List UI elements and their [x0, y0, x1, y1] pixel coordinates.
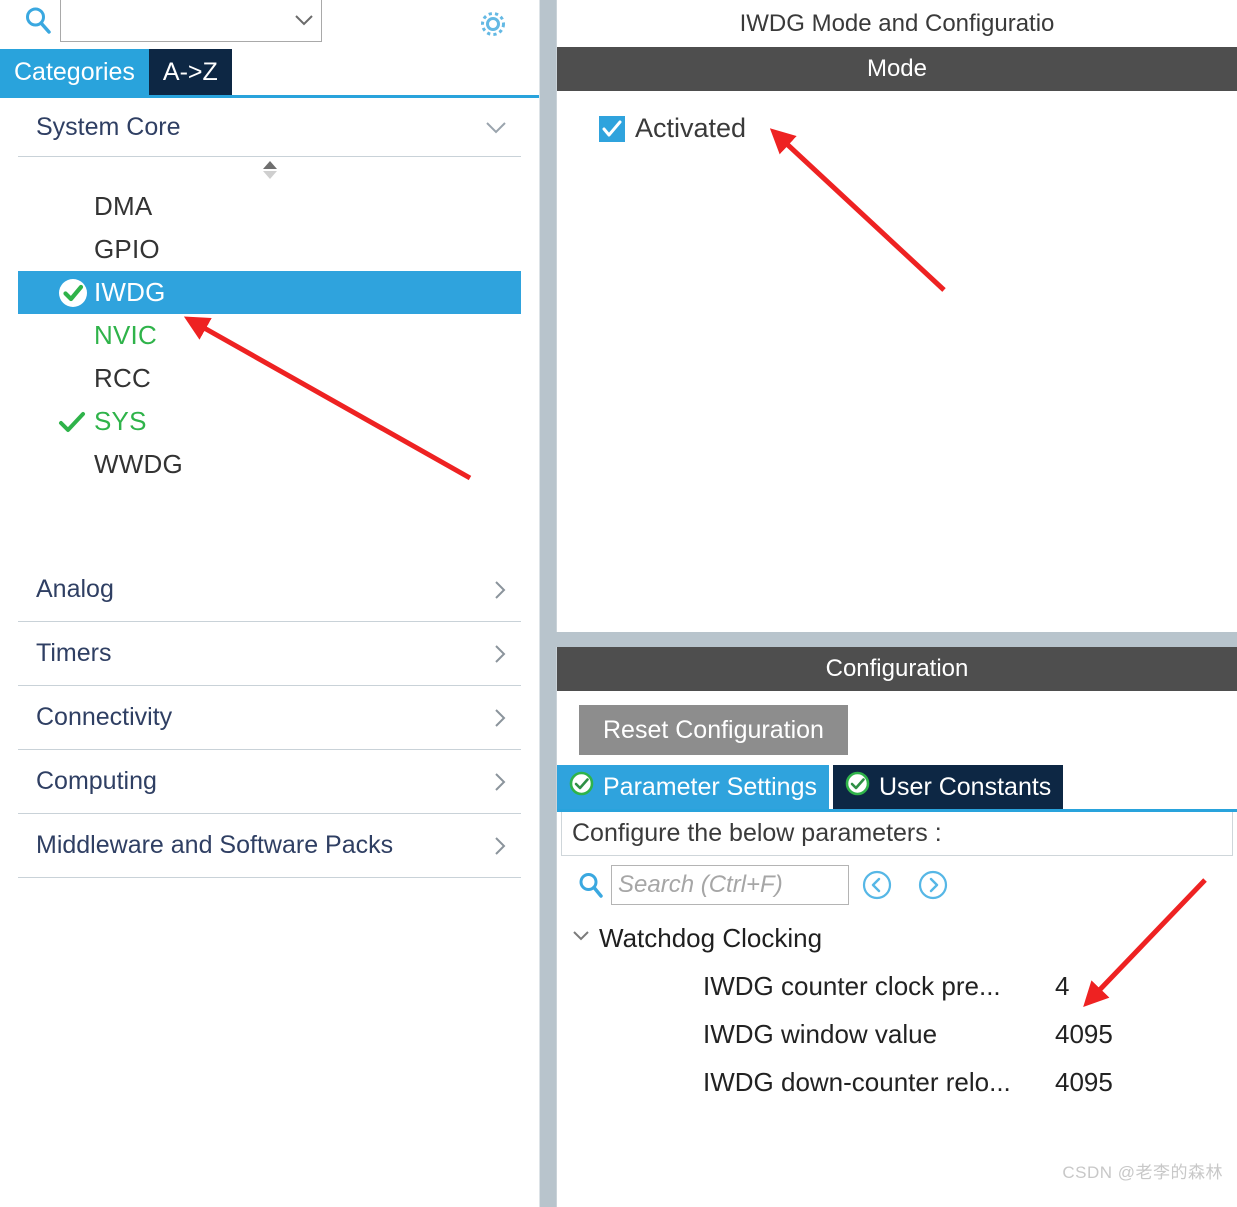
- tab-user-constants[interactable]: User Constants: [833, 765, 1064, 809]
- component-search-row: [0, 0, 539, 52]
- configure-note-text: Configure the below parameters :: [572, 819, 942, 847]
- search-icon[interactable]: [16, 0, 60, 42]
- category-middleware-and-software-packs[interactable]: Middleware and Software Packs: [18, 814, 521, 878]
- tab-categories-label: Categories: [14, 57, 135, 86]
- system-core-item-list: DMA GPIO IWDG NVIC RCC SYS WWDG: [18, 183, 521, 486]
- component-search-combobox[interactable]: [60, 0, 322, 42]
- system-core-group: System Core DMA GPIO IWDG NVIC RCC SYS W…: [0, 98, 539, 878]
- configuration-tabs: Parameter Settings User Constants: [557, 765, 1237, 812]
- category-label: Computing: [36, 767, 157, 795]
- tab-parameter-settings-label: Parameter Settings: [603, 772, 817, 801]
- category-label: Timers: [36, 639, 112, 667]
- mode-section-band: Mode: [557, 47, 1237, 91]
- chevron-right-icon[interactable]: [485, 770, 521, 794]
- list-item-label: RCC: [94, 363, 151, 393]
- list-item-label: NVIC: [94, 320, 157, 350]
- list-item-sys[interactable]: SYS: [18, 400, 521, 443]
- reset-row: Reset Configuration: [557, 691, 1237, 765]
- check-circle-icon: [569, 771, 594, 803]
- chevron-right-icon[interactable]: [485, 834, 521, 858]
- gear-icon[interactable]: [473, 4, 513, 44]
- list-item-wwdg[interactable]: WWDG: [18, 443, 521, 486]
- vertical-splitter[interactable]: [540, 0, 556, 1207]
- previous-match-button[interactable]: [849, 865, 905, 905]
- mode-section-label: Mode: [866, 55, 928, 82]
- tab-a-to-z[interactable]: A->Z: [148, 49, 232, 95]
- page-title-text: IWDG Mode and Configuratio: [739, 9, 1055, 37]
- list-item-label: WWDG: [94, 449, 183, 479]
- list-item-label: SYS: [94, 406, 147, 436]
- category-label: Analog: [36, 575, 114, 603]
- watermark: CSDN @老李的森林: [1062, 1163, 1223, 1182]
- tab-a-to-z-label: A->Z: [162, 57, 218, 86]
- configure-note: Configure the below parameters :: [561, 812, 1233, 856]
- chevron-right-icon[interactable]: [485, 642, 521, 666]
- peripheral-config-panel: IWDG Mode and Configuratio Mode Activate…: [556, 0, 1237, 1207]
- tree-group-watchdog-clocking[interactable]: Watchdog Clocking: [557, 914, 1237, 962]
- next-match-button[interactable]: [905, 865, 961, 905]
- parameter-search-input[interactable]: Search (Ctrl+F): [611, 865, 849, 905]
- parameter-value[interactable]: 4095: [1055, 1019, 1113, 1050]
- system-core-title: System Core: [36, 112, 181, 141]
- page-title: IWDG Mode and Configuratio: [557, 0, 1237, 47]
- category-computing[interactable]: Computing: [18, 750, 521, 814]
- list-item-dma[interactable]: DMA: [18, 185, 521, 228]
- parameter-value[interactable]: 4: [1055, 971, 1069, 1002]
- table-row[interactable]: IWDG down-counter relo... 4095: [557, 1058, 1237, 1106]
- table-row[interactable]: IWDG counter clock pre... 4: [557, 962, 1237, 1010]
- component-selector-panel: Categories A->Z System Core DMA GPIO IWD…: [0, 0, 540, 1207]
- parameter-name: IWDG down-counter relo...: [703, 1066, 1011, 1097]
- parameter-name: IWDG counter clock pre...: [703, 970, 1001, 1001]
- chevron-down-icon[interactable]: [571, 929, 591, 947]
- category-label: Connectivity: [36, 703, 173, 731]
- category-timers[interactable]: Timers: [18, 622, 521, 686]
- list-item-label: IWDG: [94, 277, 166, 307]
- list-item-nvic[interactable]: NVIC: [18, 314, 521, 357]
- scroll-spinner[interactable]: [18, 157, 521, 183]
- check-circle-icon: [58, 278, 94, 308]
- category-connectivity[interactable]: Connectivity: [18, 686, 521, 750]
- reset-configuration-button[interactable]: Reset Configuration: [579, 705, 848, 755]
- check-icon: [58, 410, 94, 434]
- chevron-right-icon[interactable]: [485, 578, 521, 602]
- chevron-down-icon[interactable]: [479, 120, 521, 135]
- horizontal-splitter[interactable]: [556, 632, 1237, 647]
- tab-categories[interactable]: Categories: [0, 49, 149, 95]
- app-window: Categories A->Z System Core DMA GPIO IWD…: [0, 0, 1237, 1207]
- category-label: Middleware and Software Packs: [36, 831, 394, 859]
- list-item-gpio[interactable]: GPIO: [18, 228, 521, 271]
- search-icon[interactable]: [571, 871, 611, 899]
- tree-group-label: Watchdog Clocking: [599, 922, 823, 953]
- parameter-value[interactable]: 4095: [1055, 1067, 1113, 1098]
- configuration-section-band: Configuration: [557, 647, 1237, 691]
- list-item-label: DMA: [94, 191, 153, 221]
- check-circle-icon: [845, 771, 870, 803]
- list-item-iwdg[interactable]: IWDG: [18, 271, 521, 314]
- parameter-search-placeholder: Search (Ctrl+F): [618, 871, 783, 898]
- mode-body: Activated: [557, 91, 1237, 632]
- selector-tabs: Categories A->Z: [0, 49, 539, 98]
- activated-checkbox-row[interactable]: Activated: [599, 113, 1237, 144]
- tab-user-constants-label: User Constants: [879, 772, 1052, 801]
- activated-checkbox-label: Activated: [635, 113, 747, 143]
- system-core-header[interactable]: System Core: [18, 98, 521, 157]
- chevron-right-icon[interactable]: [485, 706, 521, 730]
- configuration-pane: Configuration Reset Configuration Parame…: [556, 647, 1237, 1207]
- list-item-rcc[interactable]: RCC: [18, 357, 521, 400]
- activated-checkbox[interactable]: [599, 115, 625, 142]
- chevron-down-icon[interactable]: [287, 13, 321, 27]
- list-item-label: GPIO: [94, 234, 160, 264]
- parameter-search-row: Search (Ctrl+F): [557, 856, 1237, 914]
- tab-parameter-settings[interactable]: Parameter Settings: [557, 765, 829, 809]
- table-row[interactable]: IWDG window value 4095: [557, 1010, 1237, 1058]
- configuration-section-label: Configuration: [825, 655, 969, 682]
- parameter-name: IWDG window value: [703, 1018, 938, 1049]
- mode-pane: IWDG Mode and Configuratio Mode Activate…: [556, 0, 1237, 632]
- category-analog[interactable]: Analog: [18, 558, 521, 622]
